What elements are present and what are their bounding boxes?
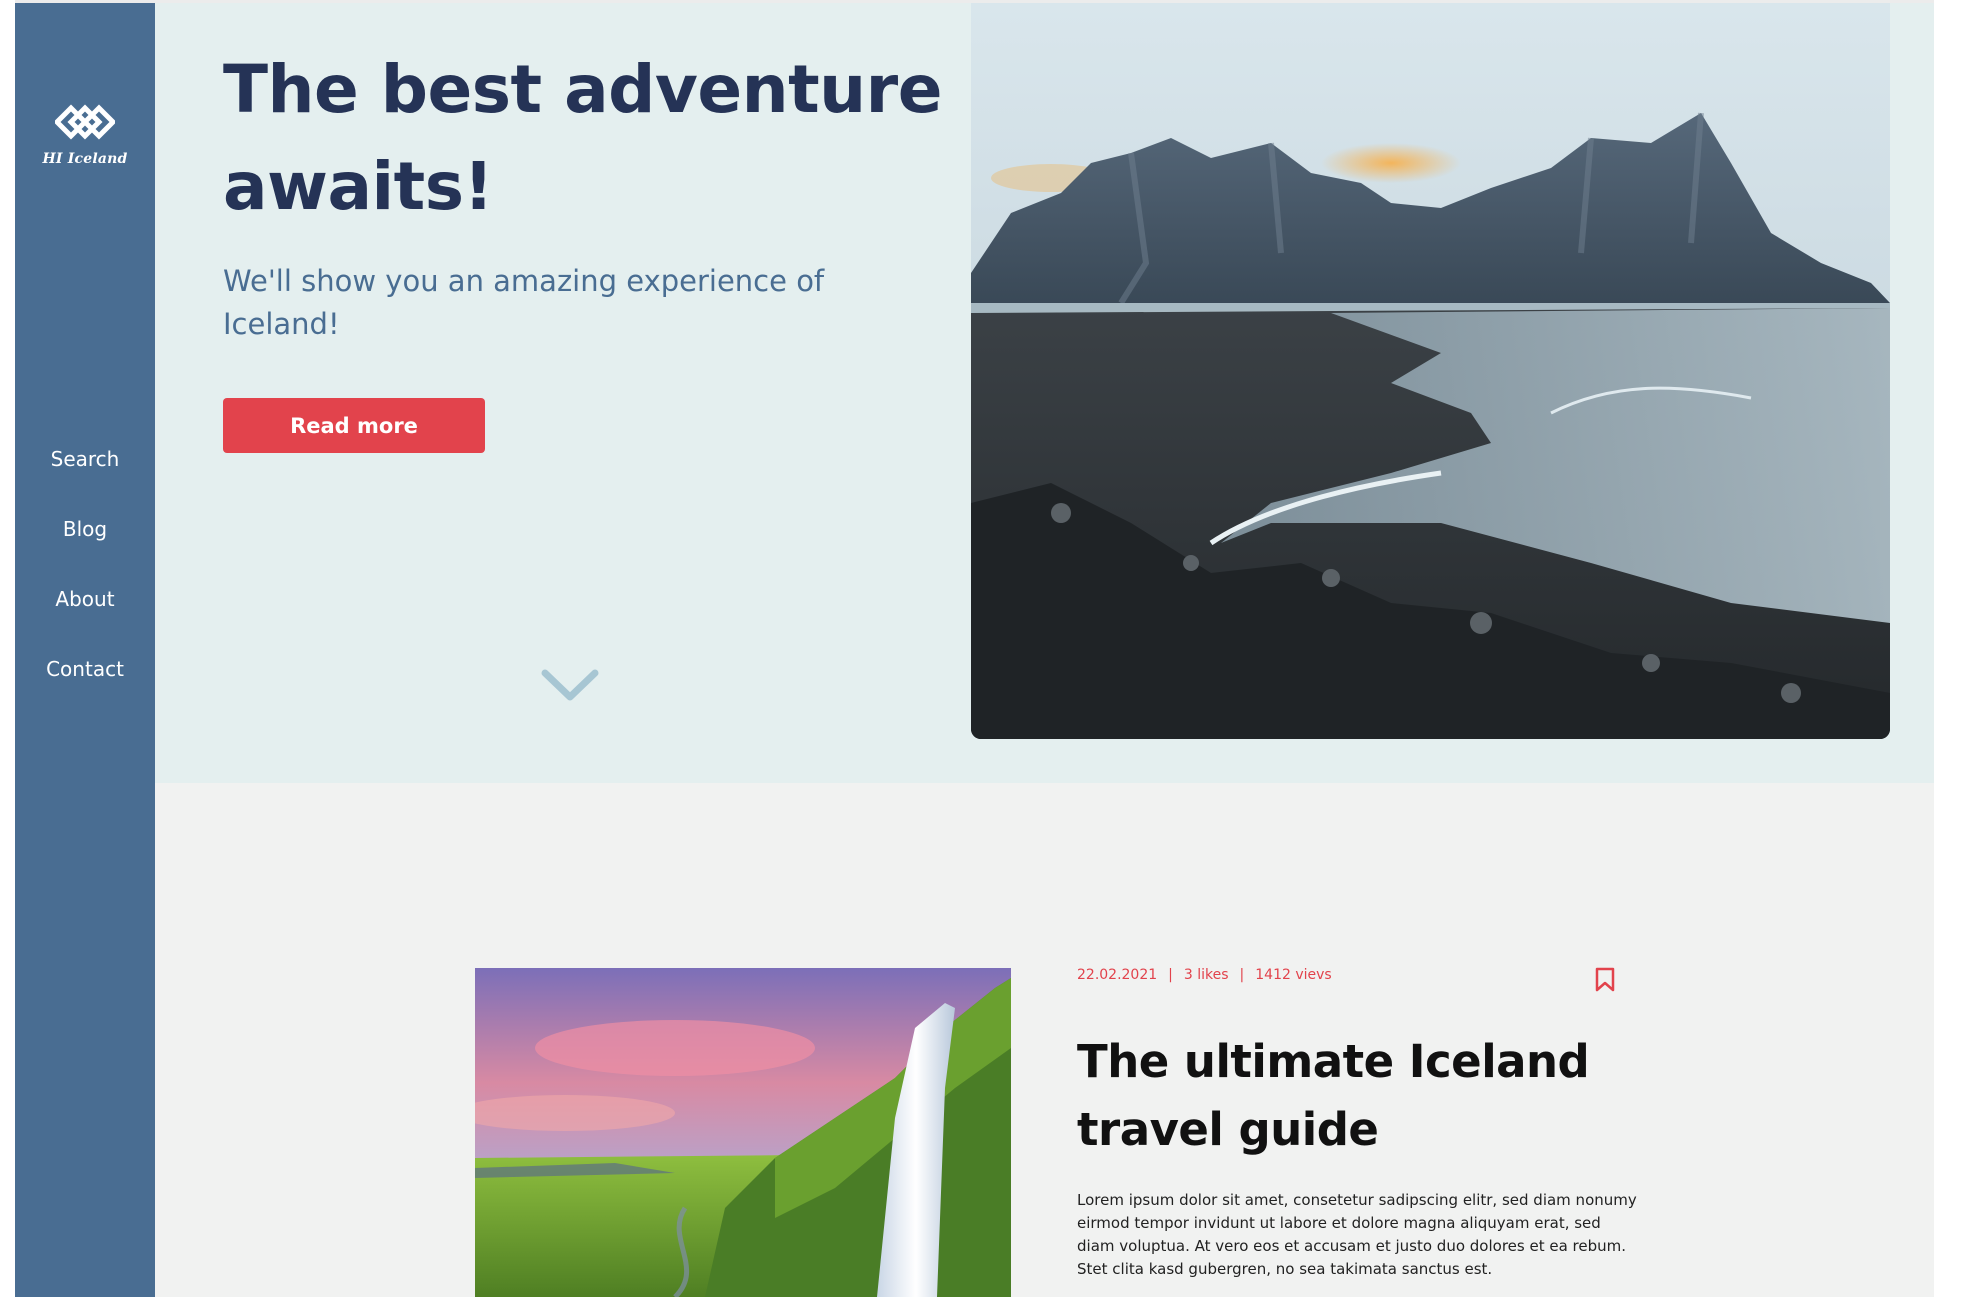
hero-landscape-image bbox=[971, 3, 1890, 739]
hero-title: The best adventure awaits! bbox=[223, 51, 942, 225]
post-meta: 22.02.2021 | 3 likes | 1412 vievs bbox=[1077, 967, 1332, 983]
chevron-down-icon[interactable] bbox=[541, 668, 599, 702]
nav-item-blog[interactable]: Blog bbox=[15, 511, 155, 581]
nav-item-contact[interactable]: Contact bbox=[15, 651, 155, 721]
post-title[interactable]: The ultimate Iceland travel guide bbox=[1077, 1028, 1637, 1164]
meta-separator: | bbox=[1168, 967, 1173, 983]
page-right-margin bbox=[1934, 0, 1967, 1297]
post-views: 1412 vievs bbox=[1255, 967, 1332, 983]
sidebar: HI Iceland Search Blog About Contact bbox=[15, 3, 155, 1297]
main-nav: Search Blog About Contact bbox=[15, 441, 155, 721]
post-likes: 3 likes bbox=[1183, 967, 1229, 983]
post-excerpt: Lorem ipsum dolor sit amet, consetetur s… bbox=[1077, 1191, 1637, 1278]
post-date: 22.02.2021 bbox=[1077, 967, 1158, 983]
hero-subtitle: We'll show you an amazing experience of … bbox=[223, 264, 825, 341]
hero-section: The best adventure awaits! We'll show yo… bbox=[155, 3, 1934, 783]
page-left-margin bbox=[0, 0, 15, 1297]
meta-separator: | bbox=[1239, 967, 1245, 983]
post-waterfall-image[interactable] bbox=[475, 968, 1011, 1297]
bookmark-icon[interactable] bbox=[1594, 967, 1616, 993]
brand-name: HI Iceland bbox=[42, 151, 128, 167]
brand-logo[interactable]: HI Iceland bbox=[15, 101, 155, 167]
nav-item-about[interactable]: About bbox=[15, 581, 155, 651]
read-more-button[interactable]: Read more bbox=[223, 398, 485, 453]
nav-item-search[interactable]: Search bbox=[15, 441, 155, 511]
diamond-logo-icon bbox=[55, 104, 115, 140]
